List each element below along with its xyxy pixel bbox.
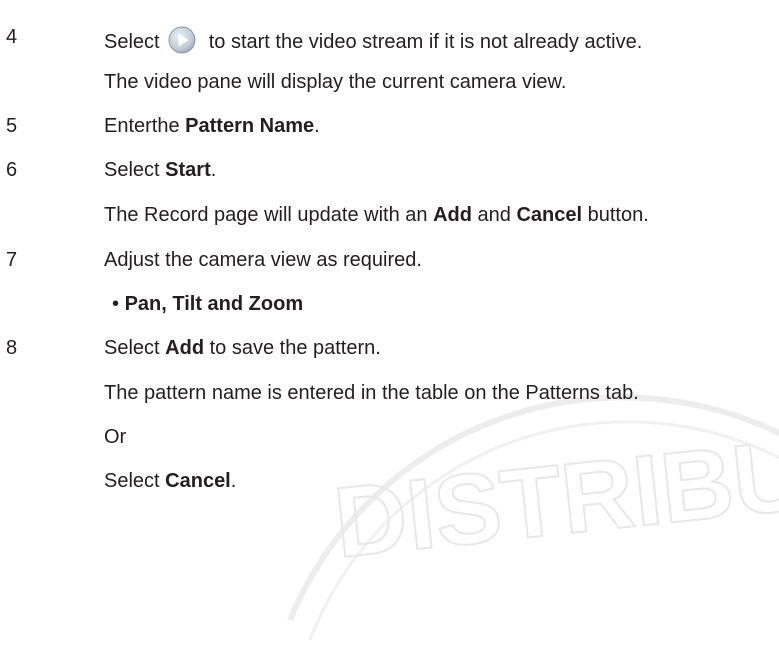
step-6-line-2-start: The Record page will update with an <box>104 204 434 226</box>
step-6-number: 6 <box>6 159 18 181</box>
step-4-line-1: Select to start the video stream if it i… <box>104 25 642 55</box>
step-7-line-1: Adjust the camera view as required. <box>104 249 422 271</box>
step-8-line-3: Or <box>104 426 127 448</box>
step-5-bold: Pattern Name <box>185 115 315 137</box>
step-8-number: 8 <box>6 337 18 359</box>
step-5-text: Enterthe <box>104 115 186 137</box>
step-8-cancel-bold: Cancel <box>165 470 231 492</box>
step-6-line-2-mid: and <box>471 204 517 226</box>
step-8-line-4-end: . <box>230 470 237 492</box>
step-5-end: . <box>314 115 320 137</box>
step-8-line-2: The pattern name is entered in the table… <box>104 382 639 404</box>
watermark: DISTRIBUTOR <box>287 394 779 641</box>
step-6-line-1: Select Start. <box>104 158 216 182</box>
step-8-line-4: Select Cancel. <box>104 469 236 493</box>
step-5-line-1: Enterthe Pattern Name. <box>104 114 320 138</box>
watermark-text: DISTRIBUTOR <box>329 397 779 580</box>
step-4-line-2: The video pane will display the current … <box>104 71 567 93</box>
step-5-number: 5 <box>6 115 18 137</box>
step-7-bullet-item: • Pan, Tilt and Zoom <box>112 292 303 316</box>
step-6-cancel-bold: Cancel <box>516 204 583 226</box>
play-button-icon <box>168 26 196 54</box>
step-7-bullet-text: Pan, Tilt and Zoom <box>124 293 304 315</box>
step-4-number: 4 <box>6 26 18 48</box>
step-4-line-1-rest: to start the video stream if it is not a… <box>208 31 643 53</box>
step-6-text: Select <box>104 159 166 181</box>
step-6-bold: Start <box>165 159 211 181</box>
step-6-add-bold: Add <box>433 204 472 226</box>
step-6-end: . <box>210 159 217 181</box>
step-8-line-1: Select Add to save the pattern. <box>104 336 381 360</box>
step-7-number: 7 <box>6 249 18 271</box>
bullet-symbol: • <box>112 293 120 315</box>
step-6-line-2: The Record page will update with an Add … <box>104 203 649 227</box>
step-8-end: to save the pattern. <box>204 337 381 359</box>
step-6-line-2-end: button. <box>582 204 649 226</box>
step-8-line-4-text: Select <box>104 470 166 492</box>
step-8-text: Select <box>104 337 166 359</box>
step-4-select-text: Select <box>104 31 160 53</box>
step-8-bold: Add <box>165 337 205 359</box>
